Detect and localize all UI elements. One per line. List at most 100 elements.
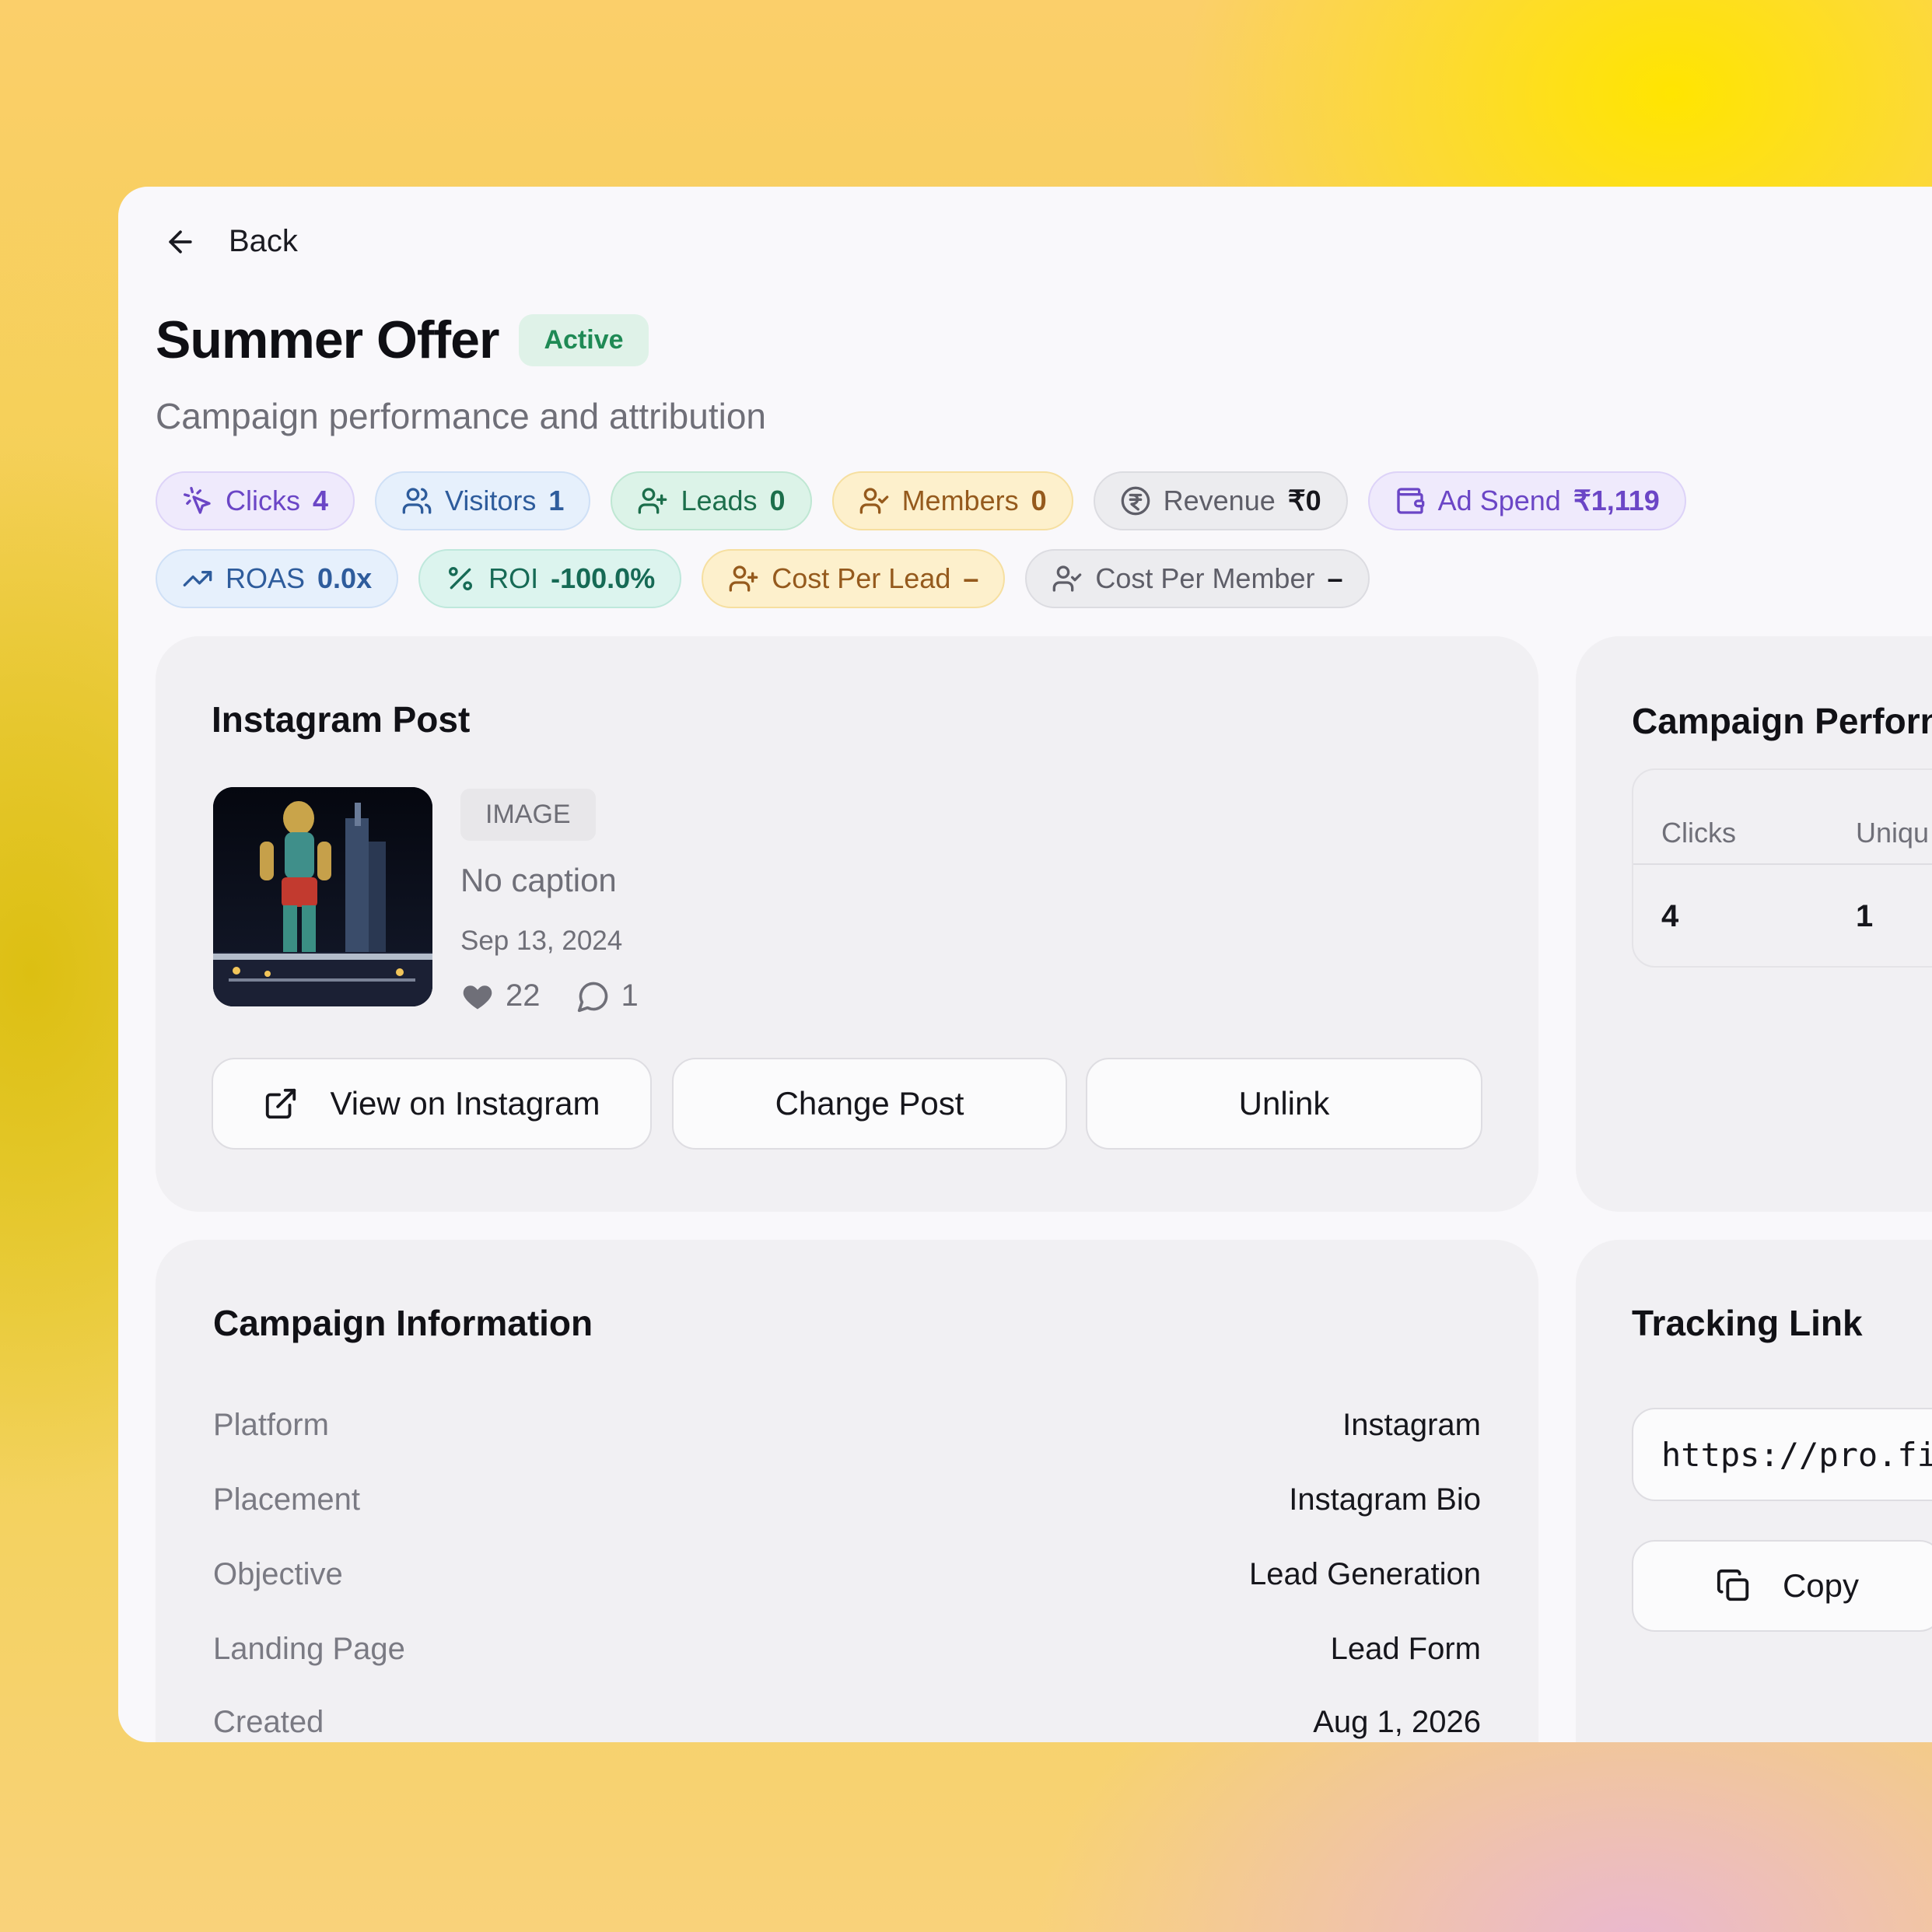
wallet-icon bbox=[1397, 488, 1425, 514]
post-stats: 22 1 bbox=[460, 978, 639, 1013]
metric-cost-per-lead: Cost Per Lead – bbox=[702, 549, 1006, 608]
copy-button[interactable]: Copy bbox=[1632, 1540, 1932, 1632]
table-cell: 4 bbox=[1661, 899, 1679, 933]
metric-roi: ROI -100.0% bbox=[418, 549, 682, 608]
metric-cost-per-member: Cost Per Member – bbox=[1025, 549, 1370, 608]
comment-icon bbox=[577, 982, 607, 1012]
metric-visitors: Visitors 1 bbox=[375, 471, 591, 530]
table-header: Clicks bbox=[1661, 817, 1736, 849]
campaign-performance-card: Campaign Perforn Clicks Uniqu 4 1 bbox=[1576, 636, 1932, 1212]
view-on-instagram-button[interactable]: View on Instagram bbox=[212, 1058, 652, 1150]
metric-label: Cost Per Member bbox=[1095, 562, 1315, 594]
info-label: Objective bbox=[213, 1557, 343, 1591]
metric-leads: Leads 0 bbox=[611, 471, 812, 530]
metric-value: 0.0x bbox=[317, 562, 373, 594]
info-row-created: Created Aug 1, 2026 bbox=[213, 1705, 1481, 1740]
card-title: Instagram Post bbox=[212, 699, 471, 740]
media-type-tag: IMAGE bbox=[460, 789, 596, 841]
back-button[interactable]: Back bbox=[163, 224, 298, 259]
status-badge: Active bbox=[519, 313, 649, 366]
card-title: Campaign Information bbox=[213, 1303, 593, 1343]
user-plus-icon bbox=[639, 488, 667, 514]
post-image bbox=[213, 787, 432, 1006]
info-label: Placement bbox=[213, 1482, 360, 1517]
comments-count: 1 bbox=[621, 978, 639, 1013]
post-caption: No caption bbox=[460, 862, 617, 898]
cursor-click-icon bbox=[184, 487, 211, 514]
info-value: Aug 1, 2026 bbox=[1313, 1705, 1481, 1739]
percent-icon bbox=[449, 567, 473, 590]
user-plus-icon bbox=[729, 565, 758, 592]
likes-count: 22 bbox=[506, 978, 541, 1013]
metrics-row-2: ROAS 0.0x ROI -100.0% Cost Per Lead – Co… bbox=[156, 549, 1370, 608]
button-label: Unlink bbox=[1238, 1085, 1330, 1122]
page-title: Summer Offer bbox=[156, 310, 499, 369]
metric-label: ROAS bbox=[226, 562, 306, 594]
info-row-landing-page: Landing Page Lead Form bbox=[213, 1632, 1481, 1667]
metric-value: 0 bbox=[769, 485, 786, 516]
metric-clicks: Clicks 4 bbox=[156, 471, 355, 530]
post-thumbnail[interactable] bbox=[213, 787, 432, 1006]
user-check-icon bbox=[1053, 565, 1082, 592]
metric-ad-spend: Ad Spend ₹1,119 bbox=[1367, 471, 1686, 530]
metric-members: Members 0 bbox=[831, 471, 1073, 530]
info-row-placement: Placement Instagram Bio bbox=[213, 1482, 1481, 1517]
metric-value: – bbox=[963, 562, 979, 594]
metric-label: Clicks bbox=[226, 485, 300, 516]
info-value: Lead Generation bbox=[1248, 1557, 1481, 1591]
heart-icon bbox=[463, 985, 492, 1009]
metric-label: Leads bbox=[681, 485, 758, 516]
table-header: Uniqu bbox=[1856, 817, 1930, 849]
metric-label: Cost Per Lead bbox=[772, 562, 951, 594]
metric-revenue: Revenue ₹0 bbox=[1093, 471, 1348, 530]
metric-value: -100.0% bbox=[551, 562, 656, 594]
metric-value: 1 bbox=[548, 485, 565, 516]
page-subtitle: Campaign performance and attribution bbox=[156, 396, 767, 436]
metric-value: ₹0 bbox=[1287, 485, 1321, 516]
title-row: Summer Offer Active bbox=[156, 310, 649, 370]
arrow-left-icon bbox=[169, 229, 192, 254]
unlink-button[interactable]: Unlink bbox=[1086, 1058, 1482, 1150]
external-link-icon bbox=[266, 1088, 296, 1119]
metric-value: – bbox=[1327, 562, 1343, 594]
info-label: Landing Page bbox=[213, 1632, 405, 1666]
instagram-post-card: Instagram Post IMAGE No caption Sep 13, … bbox=[156, 636, 1538, 1212]
metric-value: ₹1,119 bbox=[1573, 485, 1660, 516]
users-icon bbox=[402, 488, 432, 514]
table-divider bbox=[1633, 863, 1932, 865]
performance-table: Clicks Uniqu 4 1 bbox=[1632, 768, 1932, 968]
info-value: Instagram bbox=[1342, 1408, 1481, 1442]
button-label: Change Post bbox=[775, 1085, 964, 1122]
metric-label: ROI bbox=[488, 562, 539, 594]
card-title: Tracking Link bbox=[1632, 1303, 1863, 1343]
info-label: Platform bbox=[213, 1408, 329, 1442]
campaign-information-card: Campaign Information Platform Instagram … bbox=[156, 1240, 1538, 1742]
metrics-row-1: Clicks 4 Visitors 1 Leads 0 Members 0 Re… bbox=[156, 471, 1686, 530]
tracking-link-card: Tracking Link https://pro.fi Copy bbox=[1576, 1240, 1932, 1742]
campaign-detail-window: Back Summer Offer Active Campaign perfor… bbox=[118, 187, 1932, 1742]
tracking-url-field[interactable]: https://pro.fi bbox=[1632, 1408, 1932, 1501]
rupee-circle-icon bbox=[1121, 486, 1150, 516]
back-label: Back bbox=[229, 224, 298, 258]
metric-value: 4 bbox=[313, 485, 329, 516]
info-value: Instagram Bio bbox=[1289, 1482, 1481, 1517]
metric-label: Members bbox=[901, 485, 1019, 516]
user-check-icon bbox=[859, 488, 888, 514]
metric-label: Visitors bbox=[445, 485, 537, 516]
metric-label: Revenue bbox=[1163, 485, 1276, 516]
info-row-platform: Platform Instagram bbox=[213, 1408, 1481, 1443]
button-label: Copy bbox=[1782, 1567, 1860, 1604]
card-title: Campaign Perforn bbox=[1632, 701, 1932, 741]
button-label: View on Instagram bbox=[330, 1085, 600, 1122]
info-value: Lead Form bbox=[1330, 1632, 1481, 1666]
metric-roas: ROAS 0.0x bbox=[156, 549, 399, 608]
table-cell: 1 bbox=[1856, 899, 1874, 933]
change-post-button[interactable]: Change Post bbox=[672, 1058, 1067, 1150]
post-date: Sep 13, 2024 bbox=[460, 926, 623, 956]
copy-icon bbox=[1717, 1569, 1749, 1601]
trending-up-icon bbox=[183, 571, 212, 586]
info-label: Created bbox=[213, 1705, 324, 1739]
info-row-objective: Objective Lead Generation bbox=[213, 1557, 1481, 1592]
metric-value: 0 bbox=[1031, 485, 1047, 516]
metric-label: Ad Spend bbox=[1437, 485, 1561, 516]
